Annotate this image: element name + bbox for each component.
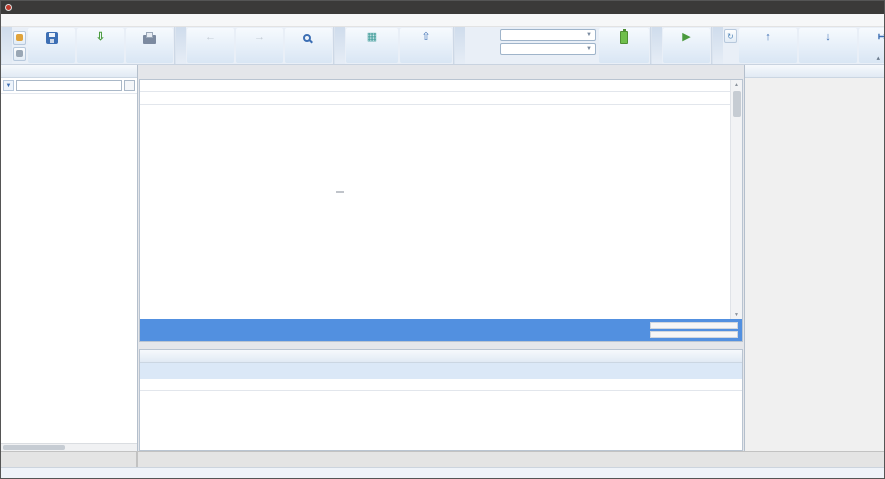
drag-ghost-tooltip [336, 191, 344, 193]
compile-assembly-button[interactable]: ▦ [346, 28, 398, 63]
compile-icon: ▦ [367, 30, 377, 45]
app-icon [5, 4, 12, 11]
platform-select[interactable]: ▼ [500, 43, 596, 55]
postavke-table: ▲ ▼ [139, 79, 743, 342]
print-button[interactable] [126, 28, 173, 63]
mini-open-button[interactable] [13, 31, 26, 45]
ribbon-group-platformy: ▼ ▼ [454, 27, 651, 64]
print-icon [143, 35, 156, 44]
upload-assembly-button[interactable]: ⇧ [400, 28, 452, 63]
menu-bar [1, 14, 884, 27]
properties-panel [744, 65, 884, 451]
redo-button[interactable]: → [236, 28, 283, 63]
document-tabs [139, 65, 743, 79]
table-rows [140, 105, 730, 319]
titlebar [1, 1, 884, 14]
table-header [140, 80, 730, 92]
clear-filter-button[interactable] [124, 80, 135, 91]
validate-datamodel-button[interactable] [599, 28, 649, 63]
archive-icon: ⇩ [96, 30, 105, 45]
level-progress-bar [650, 322, 738, 329]
ribbon-group-upravit-label [175, 27, 186, 64]
arrow-down-icon: ↓ [825, 30, 831, 45]
ribbon-group-soubor-label [1, 27, 12, 64]
assembly-panel: ▼ [1, 65, 138, 451]
ribbon-group-kompilace: ▦ ⇧ [334, 27, 454, 64]
play-icon: ▶ [682, 30, 690, 45]
close-project-icon [16, 50, 23, 57]
table-filter-row [140, 92, 730, 105]
chevron-down-icon: ▼ [586, 32, 592, 38]
redo-icon: → [254, 30, 265, 45]
ribbon-group-platformy-label [454, 27, 465, 64]
archive-button[interactable]: ⇩ [77, 28, 124, 63]
scrollbar-thumb[interactable] [733, 91, 741, 117]
chevron-down-icon: ▼ [586, 46, 592, 52]
table-footer [140, 319, 742, 341]
ribbon: ⇩ ← → ▦ ⇧ ▼ ▼ [1, 27, 884, 65]
indent-icon: ↦ [878, 30, 885, 45]
results-panel [139, 349, 743, 451]
ribbon-group-soubor: ⇩ [1, 27, 175, 64]
ribbon-group-hmi-editor: ↻ ↑ ↓ ↦ ↤ [712, 27, 885, 64]
mini-close-button[interactable] [13, 47, 26, 61]
save-button[interactable] [28, 28, 75, 63]
bottom-tab-bar [1, 451, 884, 467]
move-up-button[interactable]: ↑ [739, 28, 797, 63]
assembly-tree [1, 94, 137, 443]
results-columns [140, 379, 742, 391]
search-icon [303, 34, 311, 42]
undo-button[interactable]: ← [187, 28, 234, 63]
device-select[interactable]: ▼ [500, 29, 596, 41]
tree-filter-input[interactable] [16, 80, 122, 91]
start-debug-button[interactable]: ▶ [663, 28, 710, 63]
filter-funnel-icon[interactable]: ▼ [3, 80, 14, 91]
ribbon-group-kompilace-label [334, 27, 345, 64]
open-icon [16, 34, 23, 41]
ribbon-group-upravit: ← → [175, 27, 334, 64]
ribbon-group-ladeni: ▶ [651, 27, 712, 64]
rows-progress-bar [650, 331, 738, 338]
refresh-button[interactable]: ↻ [724, 29, 737, 43]
horizontal-scrollbar[interactable] [1, 443, 137, 451]
battery-icon [620, 31, 628, 44]
collapse-ribbon-button[interactable]: ▴ [876, 54, 880, 62]
nest-button[interactable]: ↦ [859, 28, 885, 63]
refresh-icon: ↻ [727, 32, 734, 41]
ribbon-group-hmi-editor-label [712, 27, 723, 64]
scroll-up-icon[interactable]: ▲ [734, 80, 739, 89]
upload-icon: ⇧ [421, 30, 430, 45]
save-icon [46, 32, 58, 44]
find-button[interactable] [285, 28, 332, 63]
undo-icon: ← [205, 30, 216, 45]
results-empty-area [140, 391, 742, 450]
ribbon-group-ladeni-label [651, 27, 662, 64]
app-window: ⇩ ← → ▦ ⇧ ▼ ▼ [0, 0, 885, 479]
vertical-scrollbar[interactable]: ▲ ▼ [730, 80, 742, 319]
move-down-button[interactable]: ↓ [799, 28, 857, 63]
arrow-up-icon: ↑ [765, 30, 771, 45]
scroll-down-icon[interactable]: ▼ [734, 310, 739, 319]
scrollbar-thumb[interactable] [3, 445, 65, 450]
status-bar [1, 467, 884, 479]
